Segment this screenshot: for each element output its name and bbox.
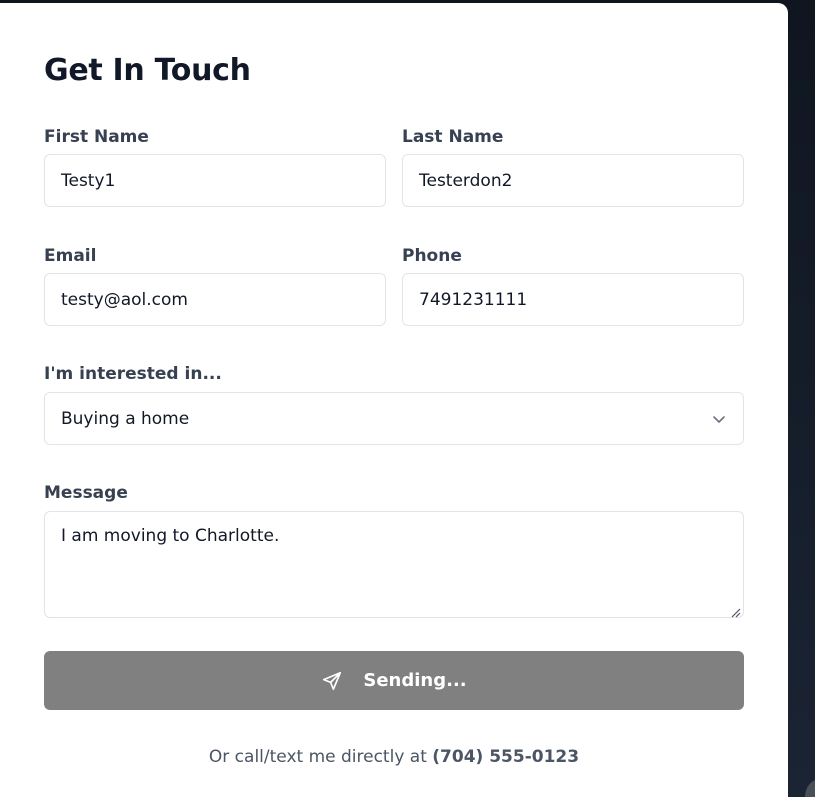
phone-label: Phone: [402, 246, 462, 266]
message-textarea[interactable]: I am moving to Charlotte.: [44, 511, 744, 618]
contact-form-card: Get In Touch First Name Testy1 Last Name…: [0, 3, 788, 797]
form-title: Get In Touch: [44, 53, 251, 88]
first-name-input[interactable]: Testy1: [44, 154, 386, 207]
send-button[interactable]: Sending...: [44, 651, 744, 710]
last-name-label: Last Name: [402, 127, 504, 147]
contact-footer: Or call/text me directly at (704) 555-01…: [0, 747, 788, 767]
resize-handle-icon[interactable]: [729, 603, 741, 618]
floating-chat-button[interactable]: [805, 779, 815, 797]
message-label: Message: [44, 483, 128, 503]
phone-value: 7491231111: [419, 289, 528, 310]
last-name-input[interactable]: Testerdon2: [402, 154, 744, 207]
footer-text: Or call/text me directly at: [208, 747, 427, 767]
phone-input[interactable]: 7491231111: [402, 273, 744, 326]
send-button-label: Sending...: [363, 670, 467, 691]
message-value: I am moving to Charlotte.: [61, 526, 280, 546]
first-name-value: Testy1: [61, 170, 116, 191]
interest-selected-value: Buying a home: [61, 408, 190, 429]
chevron-down-icon: [711, 411, 727, 427]
first-name-label: First Name: [44, 127, 149, 147]
email-input[interactable]: testy@aol.com: [44, 273, 386, 326]
interest-select[interactable]: Buying a home: [44, 392, 744, 445]
interest-label: I'm interested in...: [44, 364, 222, 384]
email-value: testy@aol.com: [61, 289, 188, 310]
footer-phone-link[interactable]: (704) 555-0123: [432, 747, 579, 767]
send-icon: [321, 670, 343, 692]
email-label: Email: [44, 246, 97, 266]
last-name-value: Testerdon2: [419, 170, 513, 191]
